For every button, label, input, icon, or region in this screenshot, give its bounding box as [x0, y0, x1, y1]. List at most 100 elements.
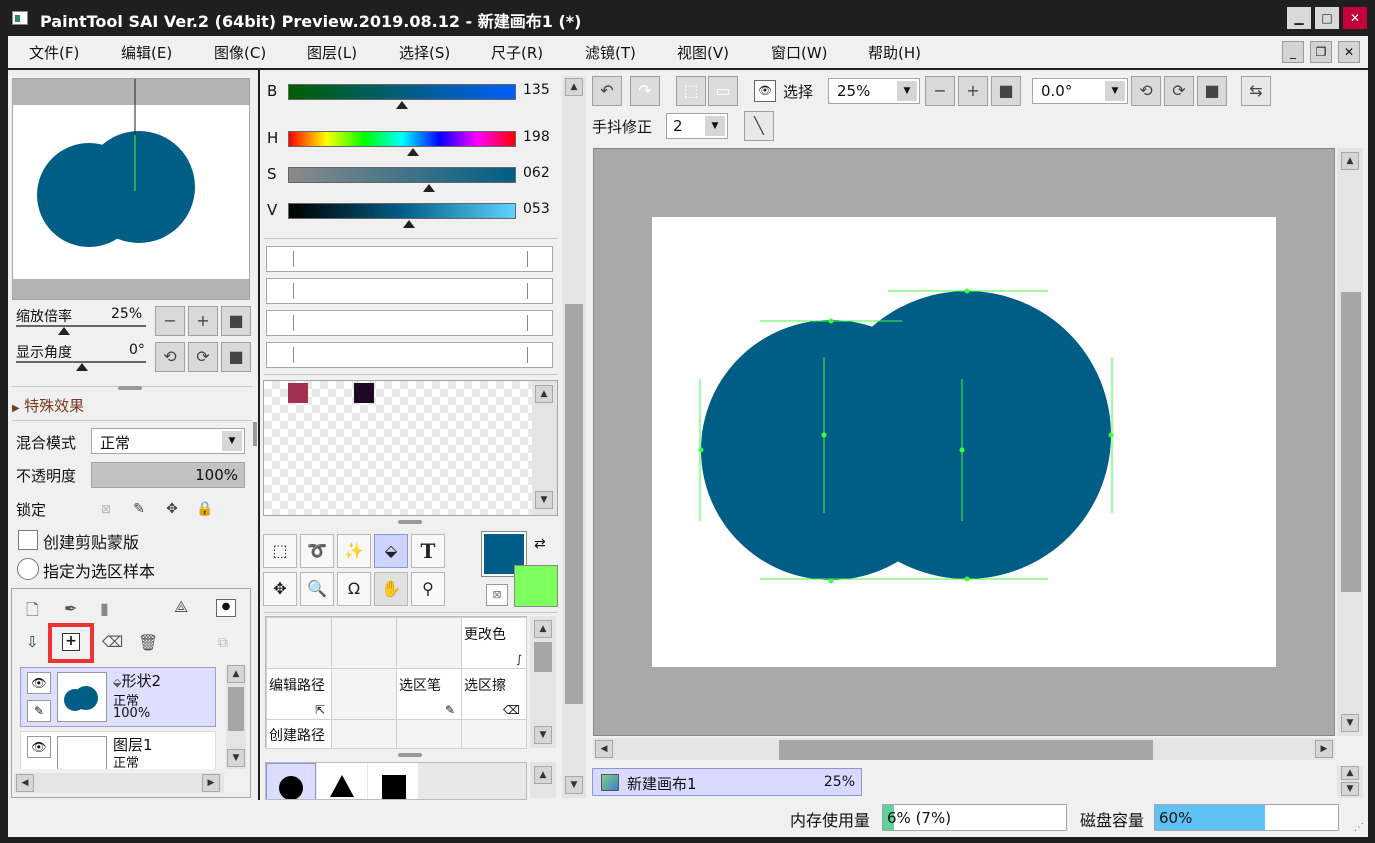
blend-mode-select[interactable]: 正常 ▼: [91, 428, 245, 454]
tool-cell-empty[interactable]: [396, 617, 462, 669]
h-slider[interactable]: [288, 131, 516, 147]
canvas-tab[interactable]: 新建画布1 25%: [592, 768, 862, 796]
undo-button[interactable]: ↶: [592, 76, 622, 106]
b-slider-handle[interactable]: [396, 101, 408, 109]
lock-paint-icon[interactable]: ✎: [126, 496, 152, 522]
canvas-zoom-out-button[interactable]: −: [925, 76, 955, 106]
swap-colors-icon[interactable]: ⇄: [534, 536, 546, 552]
tab-scrollbar[interactable]: ▲ ▼: [1337, 766, 1363, 798]
navigator-preview[interactable]: [12, 78, 250, 300]
menu-help[interactable]: 帮助(H): [868, 42, 921, 63]
b-slider[interactable]: [288, 84, 516, 100]
panel-resize-handle[interactable]: [118, 386, 142, 390]
eye-icon[interactable]: 👁: [27, 736, 51, 758]
rotate-left-button[interactable]: ⟲: [155, 342, 185, 372]
select-pen-tool[interactable]: 选区笔 ✎: [396, 668, 462, 720]
menu-layer[interactable]: 图层(L): [307, 42, 357, 63]
scroll-down-icon[interactable]: ▼: [1341, 714, 1359, 732]
layer-list-hscrollbar[interactable]: ◀ ▶: [14, 773, 224, 793]
zoom-in-button[interactable]: +: [188, 306, 218, 336]
scroll-up-icon[interactable]: ▲: [1341, 152, 1359, 170]
scroll-left-icon[interactable]: ◀: [595, 740, 613, 758]
doc-minimize-button[interactable]: _: [1282, 41, 1304, 63]
scroll-thumb[interactable]: [1341, 292, 1361, 592]
straight-line-button[interactable]: ╲: [744, 111, 774, 141]
eye-icon[interactable]: 👁: [27, 672, 51, 694]
layer-row[interactable]: 👁 图层1 正常: [20, 731, 216, 769]
canvas-viewport[interactable]: [593, 148, 1335, 736]
brush-slot-2[interactable]: [266, 278, 553, 304]
menu-image[interactable]: 图像(C): [214, 42, 266, 63]
scroll-left-icon[interactable]: ◀: [16, 774, 34, 792]
canvas[interactable]: [652, 217, 1276, 667]
swatch[interactable]: [288, 383, 308, 403]
scroll-up-icon[interactable]: ▲: [535, 385, 553, 403]
clip-mask-checkbox[interactable]: [18, 530, 38, 550]
move-icon[interactable]: ✥: [263, 572, 297, 606]
panel-resize-handle[interactable]: [398, 520, 422, 524]
brush-slot-4[interactable]: [266, 342, 553, 368]
scroll-up-icon[interactable]: ▲: [227, 665, 245, 683]
pencil-icon[interactable]: ✎: [27, 700, 51, 722]
panel-scrollbar[interactable]: ▲ ▼: [562, 76, 586, 798]
canvas-rotate-left-button[interactable]: ⟲: [1131, 76, 1161, 106]
v-slider-handle[interactable]: [402, 220, 415, 228]
secondary-color-swatch[interactable]: [514, 565, 558, 607]
selection-sample-checkbox[interactable]: [17, 558, 39, 580]
menu-view[interactable]: 视图(V): [677, 42, 729, 63]
scroll-up-icon[interactable]: ▲: [1341, 766, 1359, 780]
panel-resize-handle[interactable]: [398, 753, 422, 757]
rotate-right-button[interactable]: ⟳: [188, 342, 218, 372]
angle-slider-handle[interactable]: [76, 363, 88, 371]
canvas-rotate-reset-button[interactable]: ■: [1197, 76, 1227, 106]
canvas-vscrollbar[interactable]: ▲ ▼: [1337, 148, 1363, 736]
scroll-up-icon[interactable]: ▲: [534, 766, 552, 784]
change-color-tool[interactable]: 更改色 ∫: [461, 617, 527, 669]
scroll-thumb[interactable]: [534, 642, 552, 672]
canvas-zoom-select[interactable]: 25% ▼: [828, 78, 920, 104]
tool-cell-empty[interactable]: [331, 668, 397, 720]
menu-file[interactable]: 文件(F): [29, 42, 79, 63]
menu-window[interactable]: 窗口(W): [771, 42, 828, 63]
scroll-up-icon[interactable]: ▲: [565, 78, 583, 96]
clear-layer-icon[interactable]: ⌫: [102, 633, 123, 651]
doc-restore-button[interactable]: ❐: [1310, 41, 1332, 63]
text-tool-icon[interactable]: T: [411, 534, 445, 568]
view-selection-toggle[interactable]: 👁: [754, 80, 776, 102]
menu-select[interactable]: 选择(S): [399, 42, 450, 63]
effects-expander[interactable]: ▶ 特殊效果: [12, 395, 84, 416]
close-button[interactable]: ✕: [1343, 7, 1367, 29]
transparent-color-icon[interactable]: ⊠: [486, 584, 508, 606]
scroll-thumb[interactable]: [565, 304, 583, 704]
scroll-down-icon[interactable]: ▼: [565, 776, 583, 794]
brush-shape-scrollbar[interactable]: ▲: [530, 762, 556, 798]
v-slider[interactable]: [288, 203, 516, 219]
zoom-slider[interactable]: [16, 325, 146, 327]
magic-wand-icon[interactable]: ✨: [337, 534, 371, 568]
deselect-button[interactable]: ⬚: [676, 76, 706, 106]
lock-move-icon[interactable]: ✥: [159, 496, 185, 522]
layer-list-scrollbar[interactable]: ▲ ▼: [226, 665, 246, 769]
shape-layer-icon[interactable]: ⟁: [174, 597, 188, 617]
scroll-down-icon[interactable]: ▼: [535, 491, 553, 509]
minimize-button[interactable]: ▁: [1287, 7, 1311, 29]
eyedropper-icon[interactable]: ⚲: [411, 572, 445, 606]
lock-transparency-icon[interactable]: ⊠: [93, 496, 119, 522]
zoom-icon[interactable]: 🔍: [300, 572, 334, 606]
select-eraser-tool[interactable]: 选区擦 ⌫: [461, 668, 527, 720]
flip-horizontal-button[interactable]: ⇆: [1241, 76, 1271, 106]
new-layer-icon[interactable]: 🗋: [26, 599, 39, 626]
scroll-down-icon[interactable]: ▼: [534, 726, 552, 744]
layer-mask-icon[interactable]: ●: [216, 599, 236, 617]
tool-cell-empty[interactable]: [461, 719, 527, 749]
menu-filter[interactable]: 滤镜(T): [585, 42, 636, 63]
hand-icon[interactable]: ✋: [374, 572, 408, 606]
edit-path-tool[interactable]: 编辑路径 ⇱: [266, 668, 332, 720]
scroll-thumb[interactable]: [228, 687, 244, 731]
rect-select-icon[interactable]: ⬚: [263, 534, 297, 568]
rotate-reset-button[interactable]: ■: [221, 342, 251, 372]
canvas-rotate-right-button[interactable]: ⟳: [1164, 76, 1194, 106]
swatch-panel[interactable]: ▲ ▼: [263, 380, 558, 516]
square-brush-icon[interactable]: [368, 763, 418, 799]
tool-grid-scrollbar[interactable]: ▲ ▼: [530, 616, 556, 748]
